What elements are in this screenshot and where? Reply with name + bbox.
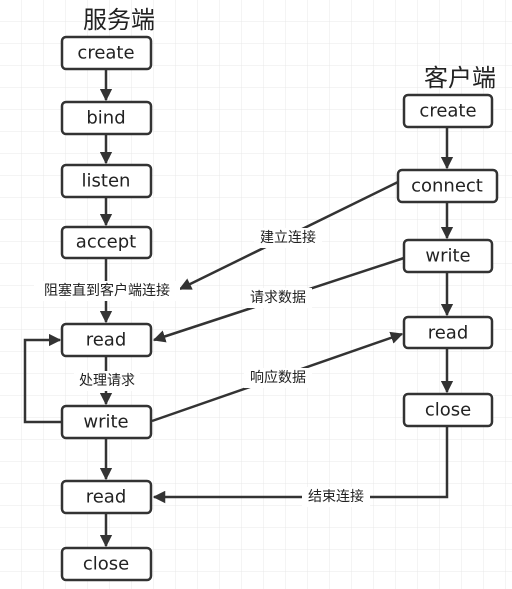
server-step-listen: listen [60, 163, 153, 199]
svg-text:write: write [425, 246, 470, 267]
connect-label: 建立连接 [260, 229, 316, 246]
svg-text:listen: listen [82, 171, 131, 192]
process-label: 处理请求 [79, 373, 135, 389]
client-title: 客户端 [424, 64, 496, 92]
svg-text:bind: bind [86, 108, 125, 129]
server-step-read-final: read [60, 479, 153, 515]
svg-text:read: read [86, 487, 127, 508]
svg-text:close: close [425, 400, 471, 421]
client-step-create: create [402, 93, 494, 129]
svg-text:close: close [83, 554, 129, 575]
svg-text:accept: accept [76, 232, 136, 253]
svg-text:create: create [419, 101, 476, 122]
svg-text:read: read [428, 323, 469, 344]
client-step-write: write [402, 238, 494, 274]
socket-flow-diagram: 服务端 客户端 阻塞直到客户端连接 处理请求 建立连接 请求数据 响应数据 结束… [0, 0, 512, 589]
svg-text:create: create [77, 43, 134, 64]
request-label: 请求数据 [250, 290, 306, 306]
client-step-read: read [402, 315, 494, 350]
server-step-accept: accept [60, 225, 153, 260]
svg-text:write: write [83, 412, 128, 433]
end-connection-label: 结束连接 [308, 488, 364, 505]
svg-text:connect: connect [411, 176, 483, 197]
response-label: 响应数据 [250, 369, 306, 386]
server-step-close: close [60, 546, 153, 582]
server-step-read: read [60, 322, 153, 358]
server-title: 服务端 [83, 6, 155, 34]
svg-text:read: read [86, 330, 127, 351]
client-step-connect: connect [396, 168, 499, 204]
blocking-label: 阻塞直到客户端连接 [44, 282, 170, 299]
server-step-create: create [60, 35, 153, 71]
client-step-close: close [402, 392, 494, 428]
server-step-write: write [60, 404, 153, 440]
server-step-bind: bind [60, 100, 153, 136]
